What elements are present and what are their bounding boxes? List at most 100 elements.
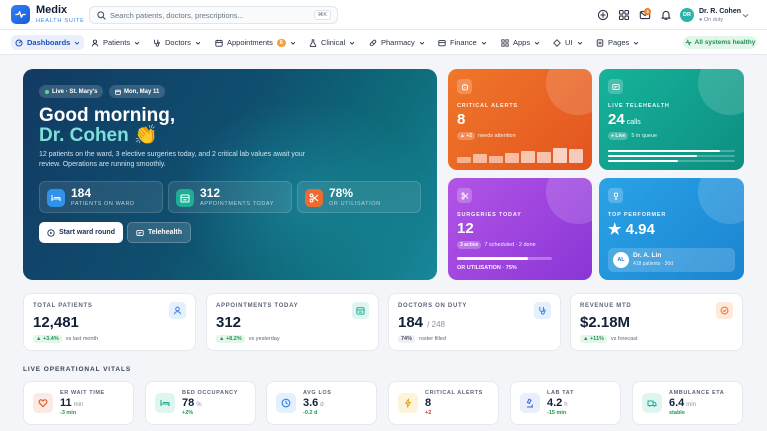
system-status-badge[interactable]: All systems healthy xyxy=(683,36,757,49)
top-performer-tile[interactable]: TOP PERFORMER ★ 4.94 AL Dr. A. Lin 418 p… xyxy=(599,178,744,280)
vital-unit: h xyxy=(564,402,568,408)
tile-label: CRITICAL ALERTS xyxy=(457,103,518,109)
calendar-icon xyxy=(176,189,194,207)
hero-stat-value: 312 xyxy=(200,186,221,200)
kpi-delta: ▲ +11% xyxy=(580,335,607,343)
telehealth-button[interactable]: Telehealth xyxy=(127,222,191,243)
alert-icon xyxy=(457,79,472,94)
vital-label: CRITICAL ALERTS xyxy=(425,390,483,396)
nav-pharmacy[interactable]: Pharmacy xyxy=(365,35,429,50)
button-label: Start ward round xyxy=(58,229,115,236)
progress-track xyxy=(608,160,735,162)
critical-alerts-tile[interactable]: CRITICAL ALERTS 8 ▲ +2 needs attention xyxy=(448,69,592,170)
performer-avatar: AL xyxy=(613,252,629,268)
vital-bed-occupancy[interactable]: BED OCCUPANCY 78% +2% xyxy=(145,381,256,425)
vital-delta: +2 xyxy=(425,410,432,416)
hero-stat-value: 184 xyxy=(71,186,92,200)
nav-apps[interactable]: Apps xyxy=(497,35,544,50)
avatar[interactable]: DR xyxy=(680,8,694,22)
user-menu[interactable]: Dr. R. Cohen ● On duty xyxy=(699,8,741,23)
vital-number: 11 xyxy=(60,397,72,409)
vital-label: BED OCCUPANCY xyxy=(182,390,238,396)
vital-delta: stable xyxy=(669,410,685,416)
hero-description: 12 patients on the ward, 3 elective surg… xyxy=(39,151,306,168)
kpi-label: APPOINTMENTS TODAY xyxy=(216,303,299,309)
location-pill: Live · St. Mary's xyxy=(39,85,104,98)
heart-icon xyxy=(33,393,53,413)
user-status: ● On duty xyxy=(699,17,724,23)
tile-sub: ▲ +2 needs attention xyxy=(457,132,516,140)
apps-grid-icon[interactable] xyxy=(618,9,630,21)
tile-sub: ● Live 5 in queue xyxy=(608,132,657,140)
nav-doctors[interactable]: Doctors xyxy=(149,35,205,50)
nav-finance[interactable]: Finance xyxy=(434,35,491,50)
spark-bar xyxy=(489,155,503,163)
tile-label: LIVE TELEHEALTH xyxy=(608,103,670,109)
location-text: Live · St. Mary's xyxy=(52,88,98,95)
vital-ambulance-eta[interactable]: AMBULANCE ETA 6.4 min stable xyxy=(632,381,743,425)
progress-track xyxy=(608,150,735,152)
progress-fill xyxy=(608,155,697,157)
bell-icon[interactable] xyxy=(660,9,672,21)
nav-patients[interactable]: Patients xyxy=(87,35,144,50)
nav-clinical[interactable]: Clinical xyxy=(305,35,359,50)
kpi-value: $2.18M xyxy=(580,314,631,331)
calendar-icon xyxy=(115,89,121,95)
add-icon[interactable] xyxy=(597,9,609,21)
chevron-down-icon xyxy=(290,41,295,45)
bed-icon xyxy=(155,393,175,413)
nav-label: Patients xyxy=(103,38,131,47)
search-input[interactable] xyxy=(110,9,300,22)
performer-card[interactable]: AL Dr. A. Lin 418 patients · 30d xyxy=(608,248,735,272)
chevron-down-icon xyxy=(134,41,140,45)
kpi-note: vs last month xyxy=(65,336,99,342)
nav-ui[interactable]: UI xyxy=(549,35,587,50)
spark-bar xyxy=(537,151,551,163)
vital-avg-los[interactable]: AVG LOS 3.6 d -0.2 d xyxy=(266,381,377,425)
telehealth-tile[interactable]: LIVE TELEHEALTH 24 calls ● Live 5 in queue xyxy=(599,69,744,170)
kpi-label: REVENUE MTD xyxy=(580,303,632,309)
chevron-down-icon[interactable] xyxy=(742,12,749,19)
ambulance-icon xyxy=(642,393,662,413)
tile-value: ★ 4.94 xyxy=(608,221,655,238)
vital-label: AVG LOS xyxy=(303,390,332,396)
kpi-total-patients[interactable]: TOTAL PATIENTS 12,481 ▲ +3.4% vs last mon… xyxy=(23,293,196,351)
nav-dashboards[interactable]: Dashboards xyxy=(11,35,85,50)
spark-bar xyxy=(553,147,567,163)
logo-icon[interactable] xyxy=(11,5,30,24)
nav-appointments[interactable]: Appointments 6 xyxy=(211,35,300,50)
date-text: Mon, May 11 xyxy=(124,88,160,95)
kpi-value: 12,481 xyxy=(33,314,79,331)
tile-sub: 3 active 7 scheduled · 2 done xyxy=(457,241,536,249)
doctor-name: Dr. Cohen 👏 xyxy=(39,125,158,146)
kpi-doctors-on-duty[interactable]: DOCTORS ON DUTY 184 / 248 74% roster fill… xyxy=(388,293,561,351)
hero-stat-appointments: 312 APPOINTMENTS TODAY xyxy=(168,181,292,213)
hero-stat-patients: 184 PATIENTS ON WARD xyxy=(39,181,163,213)
nav-pages[interactable]: Pages xyxy=(592,35,643,50)
vital-er-wait[interactable]: ER WAIT TIME 11 min -3 min xyxy=(23,381,134,425)
search-box[interactable]: ⌘K xyxy=(89,6,338,24)
nav-label: Finance xyxy=(450,38,477,47)
top-bar: Medix HEALTH SUITE ⌘K 3 DR Dr. R. Cohen … xyxy=(0,0,767,30)
start-ward-round-button[interactable]: Start ward round xyxy=(39,222,123,243)
nav-label: UI xyxy=(565,38,573,47)
video-icon xyxy=(608,79,623,94)
kpi-value: 184 / 248 xyxy=(398,314,445,331)
vital-critical-alerts[interactable]: CRITICAL ALERTS 8 +2 xyxy=(388,381,499,425)
surgeries-tile[interactable]: SURGERIES TODAY 12 3 active 7 scheduled ·… xyxy=(448,178,592,280)
vital-delta: +2% xyxy=(182,410,194,416)
kpi-revenue-mtd[interactable]: REVENUE MTD $2.18M ▲ +11% vs forecast xyxy=(570,293,743,351)
play-circle-icon xyxy=(47,228,55,237)
hero-card: Live · St. Mary's Mon, May 11 Good morni… xyxy=(23,69,437,280)
kpi-appointments-today[interactable]: APPOINTMENTS TODAY 312 ▲ +8.2% vs yesterd… xyxy=(206,293,379,351)
clock-icon xyxy=(276,393,296,413)
kpi-delta: 74% xyxy=(398,335,416,343)
file-icon xyxy=(596,38,604,47)
spark-bar xyxy=(505,153,519,163)
vital-number: 6.4 xyxy=(669,397,685,409)
kpi-label: TOTAL PATIENTS xyxy=(33,303,93,309)
vital-lab-tat[interactable]: LAB TAT 4.2 h -15 min xyxy=(510,381,621,425)
or-utilisation-fill xyxy=(457,257,529,260)
live-dot-icon xyxy=(45,89,49,94)
app-name: Medix xyxy=(36,4,68,16)
